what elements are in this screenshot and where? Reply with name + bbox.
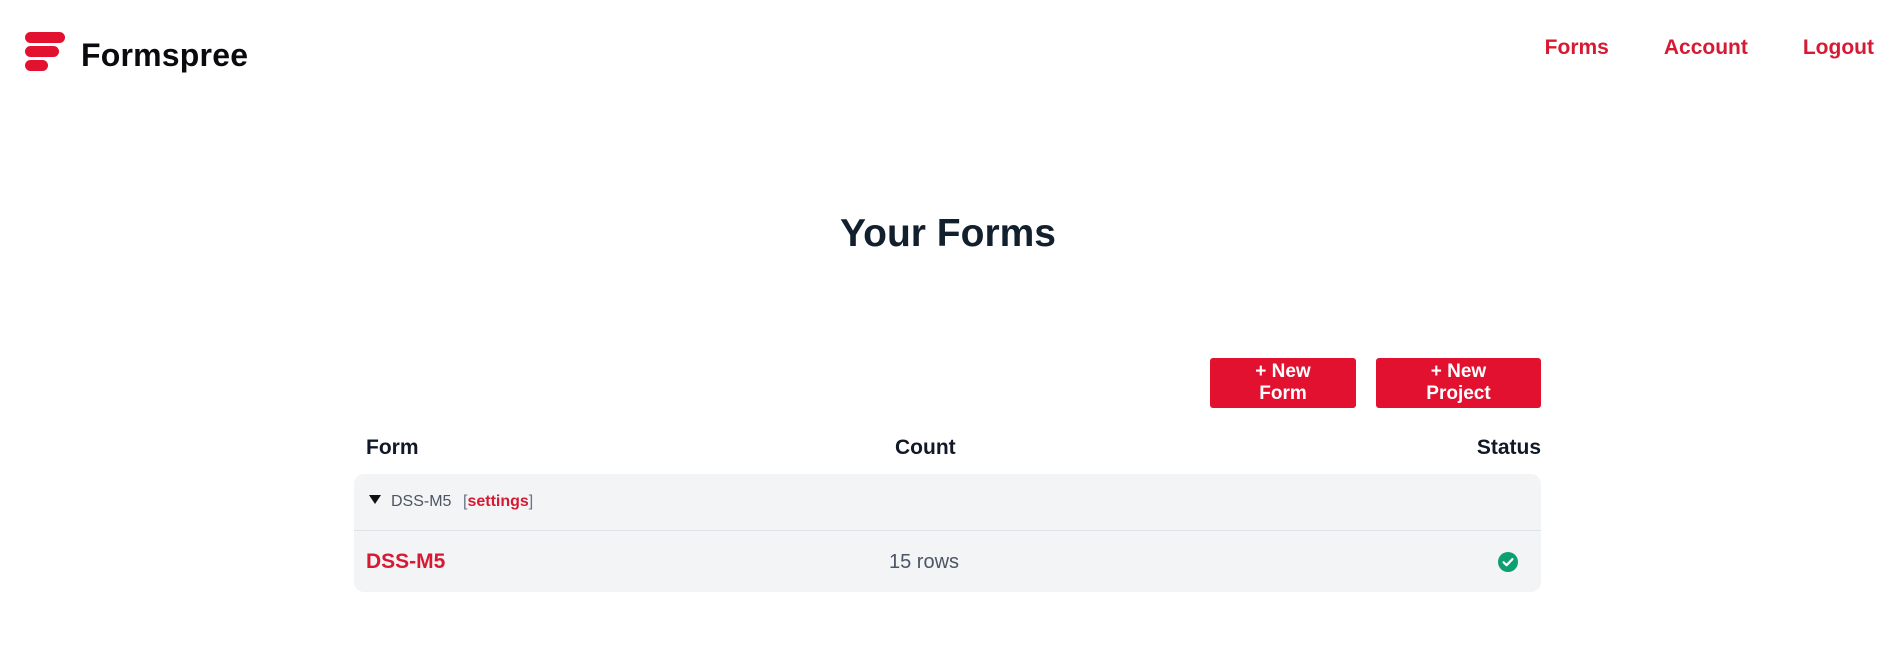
column-header-form: Form	[366, 436, 419, 459]
page: Formspree Forms Account Logout Your Form…	[0, 0, 1896, 645]
form-actions: + New Form + New Project	[1210, 358, 1541, 408]
top-navigation: Forms Account Logout	[1545, 36, 1874, 60]
project-name: DSS-M5	[391, 493, 452, 510]
column-header-count: Count	[895, 436, 956, 459]
collapse-caret-icon[interactable]	[369, 495, 381, 504]
brand-name: Formspree	[81, 36, 249, 73]
settings-bracket-close: ]	[528, 493, 534, 510]
check-circle-icon	[1498, 552, 1518, 572]
new-project-button[interactable]: + New Project	[1376, 358, 1541, 408]
formspree-logo-icon	[25, 32, 65, 71]
nav-link-account[interactable]: Account	[1664, 36, 1748, 60]
forms-table: Form Count Status DSS-M5 [settings] DSS-…	[354, 430, 1541, 592]
table-header: Form Count Status	[354, 430, 1541, 474]
form-count: 15 rows	[889, 551, 960, 573]
project-group: DSS-M5 [settings] DSS-M5 15 rows	[354, 474, 1541, 592]
project-settings: [settings]	[463, 493, 533, 511]
new-form-button[interactable]: + New Form	[1210, 358, 1356, 408]
table-row[interactable]: DSS-M5 15 rows	[354, 531, 1541, 592]
project-row: DSS-M5 [settings]	[354, 474, 1541, 531]
nav-link-logout[interactable]: Logout	[1803, 36, 1874, 60]
form-name-link[interactable]: DSS-M5	[366, 550, 445, 574]
column-header-status: Status	[1476, 436, 1541, 459]
project-settings-link[interactable]: settings	[467, 493, 528, 510]
page-title: Your Forms	[840, 212, 1056, 255]
nav-link-forms[interactable]: Forms	[1545, 36, 1609, 60]
formspree-logo[interactable]: Formspree	[25, 32, 248, 78]
